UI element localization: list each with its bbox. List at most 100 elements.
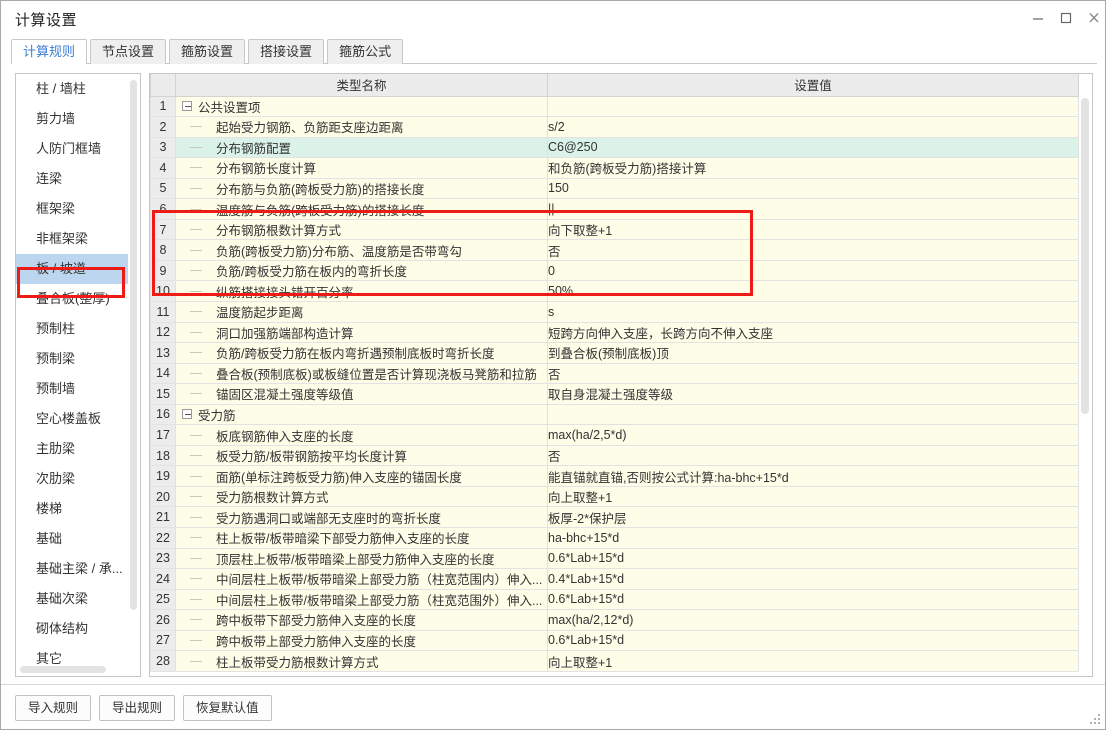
table-row[interactable]: 9 负筋/跨板受力筋在板内的弯折长度 0	[150, 259, 1079, 282]
sidebar-item-12[interactable]: 主肋梁	[16, 434, 128, 464]
sidebar-item-13[interactable]: 次肋梁	[16, 464, 128, 494]
sidebar-item-10[interactable]: 预制墙	[16, 374, 128, 404]
row-value-cell[interactable]: 0.6*Lab+15*d	[547, 588, 1079, 611]
table-row[interactable]: 4 分布钢筋长度计算 和负筋(跨板受力筋)搭接计算	[150, 157, 1079, 179]
sidebar-item-9[interactable]: 预制梁	[16, 344, 128, 374]
table-row[interactable]: 26 跨中板带下部受力筋伸入支座的长度 max(ha/2,12*d)	[150, 609, 1079, 631]
row-type-name-cell[interactable]: 洞口加强筋端部构造计算	[175, 321, 548, 344]
column-header-type-name[interactable]: 类型名称	[175, 74, 548, 97]
tab-0[interactable]: 计算规则	[11, 39, 88, 65]
table-row[interactable]: 25 中间层柱上板带/板带暗梁上部受力筋（柱宽范围外）伸入... 0.6*Lab+1…	[150, 588, 1079, 611]
table-row[interactable]: 18 板受力筋/板带钢筋按平均长度计算 否	[150, 444, 1079, 467]
table-row[interactable]: 12 洞口加强筋端部构造计算 短跨方向伸入支座，长跨方向不伸入支座	[150, 321, 1079, 344]
sidebar-item-1[interactable]: 剪力墙	[16, 104, 128, 134]
row-type-name-cell[interactable]: 公共设置项	[175, 95, 548, 118]
row-type-name-cell[interactable]: 受力筋	[175, 403, 548, 426]
table-row[interactable]: 20 受力筋根数计算方式 向上取整+1	[150, 485, 1079, 508]
row-type-name-cell[interactable]: 分布钢筋长度计算	[175, 157, 548, 179]
collapse-expander-icon[interactable]	[182, 409, 192, 420]
row-value-cell[interactable]: 否	[547, 239, 1079, 261]
sidebar-item-6[interactable]: 板 / 坡道	[16, 254, 128, 284]
row-value-cell[interactable]: 50%	[547, 280, 1079, 302]
row-type-name-cell[interactable]: 中间层柱上板带/板带暗梁上部受力筋（柱宽范围内）伸入...	[175, 568, 548, 590]
collapse-expander-icon[interactable]	[182, 101, 192, 112]
sidebar-vertical-scroll-thumb[interactable]	[130, 80, 137, 610]
table-row[interactable]: 3 分布钢筋配置 C6@250	[150, 136, 1079, 159]
table-row[interactable]: 19 面筋(单标注跨板受力筋)伸入支座的锚固长度 能直锚就直锚,否则按公式计算:ha…	[150, 465, 1079, 487]
sidebar-item-7[interactable]: 叠合板(整厚)	[16, 284, 128, 314]
sidebar-item-18[interactable]: 砌体结构	[16, 614, 128, 644]
row-value-cell[interactable]: s/2	[547, 116, 1079, 138]
row-value-cell[interactable]: C6@250	[547, 136, 1079, 159]
row-value-cell[interactable]: max(ha/2,5*d)	[547, 424, 1079, 446]
row-type-name-cell[interactable]: 锚固区混凝土强度等级值	[175, 383, 548, 405]
row-type-name-cell[interactable]: 中间层柱上板带/板带暗梁上部受力筋（柱宽范围外）伸入...	[175, 588, 548, 611]
row-type-name-cell[interactable]: 负筋/跨板受力筋在板内的弯折长度	[175, 259, 548, 282]
row-type-name-cell[interactable]: 跨中板带下部受力筋伸入支座的长度	[175, 609, 548, 631]
row-value-cell[interactable]: ha-bhc+15*d	[547, 526, 1079, 549]
row-value-cell[interactable]	[547, 403, 1079, 426]
sidebar-item-8[interactable]: 预制柱	[16, 314, 128, 344]
table-row[interactable]: 28 柱上板带受力筋根数计算方式 向上取整+1	[150, 650, 1079, 672]
row-type-name-cell[interactable]: 顶层柱上板带/板带暗梁上部受力筋伸入支座的长度	[175, 547, 548, 570]
table-row[interactable]: 6 温度筋与负筋(跨板受力筋)的搭接长度 ||	[150, 198, 1079, 220]
grid-vertical-scroll-thumb[interactable]	[1081, 98, 1089, 414]
table-row[interactable]: 14 叠合板(预制底板)或板缝位置是否计算现浇板马凳筋和拉筋否	[150, 362, 1079, 385]
row-value-cell[interactable]: 和负筋(跨板受力筋)搭接计算	[547, 157, 1079, 179]
row-value-cell[interactable]: max(ha/2,12*d)	[547, 609, 1079, 631]
row-type-name-cell[interactable]: 柱上板带受力筋根数计算方式	[175, 650, 548, 672]
row-value-cell[interactable]: 150	[547, 177, 1079, 200]
export-rules-button[interactable]: 导出规则	[99, 695, 176, 721]
row-type-name-cell[interactable]: 叠合板(预制底板)或板缝位置是否计算现浇板马凳筋和拉筋	[175, 362, 548, 385]
tab-3[interactable]: 搭接设置	[248, 39, 325, 64]
table-row[interactable]: 24 中间层柱上板带/板带暗梁上部受力筋（柱宽范围内）伸入... 0.4*Lab+1…	[150, 568, 1079, 590]
row-type-name-cell[interactable]: 纵筋搭接接头错开百分率	[175, 280, 548, 302]
sidebar-horizontal-scrollbar[interactable]	[20, 666, 120, 673]
row-value-cell[interactable]: 0	[547, 259, 1079, 282]
table-row[interactable]: 13 负筋/跨板受力筋在板内弯折遇预制底板时弯折长度 到叠合板(预制底板)顶	[150, 342, 1079, 364]
row-value-cell[interactable]: 取自身混凝土强度等级	[547, 383, 1079, 405]
row-value-cell[interactable]: 能直锚就直锚,否则按公式计算:ha-bhc+15*d	[547, 465, 1079, 487]
row-type-name-cell[interactable]: 分布筋与负筋(跨板受力筋)的搭接长度	[175, 177, 548, 200]
column-header-value[interactable]: 设置值	[547, 74, 1079, 97]
row-value-cell[interactable]: 向下取整+1	[547, 218, 1079, 241]
row-value-cell[interactable]: ||	[547, 198, 1079, 220]
table-row[interactable]: 8 负筋(跨板受力筋)分布筋、温度筋是否带弯勾 否	[150, 239, 1079, 261]
table-row[interactable]: 10 纵筋搭接接头错开百分率 50%	[150, 280, 1079, 302]
tab-4[interactable]: 箍筋公式	[327, 39, 404, 64]
sidebar-item-0[interactable]: 柱 / 墙柱	[16, 74, 128, 104]
table-row[interactable]: 21 受力筋遇洞口或端部无支座时的弯折长度 板厚-2*保护层	[150, 506, 1079, 528]
sidebar-item-15[interactable]: 基础	[16, 524, 128, 554]
table-row[interactable]: 15 锚固区混凝土强度等级值 取自身混凝土强度等级	[150, 383, 1079, 405]
row-value-cell[interactable]: 到叠合板(预制底板)顶	[547, 342, 1079, 364]
table-row[interactable]: 16 受力筋	[150, 403, 1079, 426]
sidebar-item-17[interactable]: 基础次梁	[16, 584, 128, 614]
row-type-name-cell[interactable]: 受力筋遇洞口或端部无支座时的弯折长度	[175, 506, 548, 528]
row-value-cell[interactable]: 向上取整+1	[547, 485, 1079, 508]
row-value-cell[interactable]	[547, 95, 1079, 118]
row-type-name-cell[interactable]: 板底钢筋伸入支座的长度	[175, 424, 548, 446]
row-type-name-cell[interactable]: 负筋(跨板受力筋)分布筋、温度筋是否带弯勾	[175, 239, 548, 261]
restore-defaults-button[interactable]: 恢复默认值	[183, 695, 272, 721]
sidebar-vertical-scrollbar[interactable]	[130, 78, 137, 638]
table-row[interactable]: 17 板底钢筋伸入支座的长度 max(ha/2,5*d)	[150, 424, 1079, 446]
row-value-cell[interactable]: 0.4*Lab+15*d	[547, 568, 1079, 590]
sidebar-item-16[interactable]: 基础主梁 / 承...	[16, 554, 128, 584]
row-value-cell[interactable]: 0.6*Lab+15*d	[547, 547, 1079, 570]
row-value-cell[interactable]: 否	[547, 362, 1079, 385]
row-value-cell[interactable]: 否	[547, 444, 1079, 467]
row-type-name-cell[interactable]: 板受力筋/板带钢筋按平均长度计算	[175, 444, 548, 467]
row-type-name-cell[interactable]: 跨中板带上部受力筋伸入支座的长度	[175, 629, 548, 652]
table-row[interactable]: 11 温度筋起步距离 s	[150, 300, 1079, 323]
row-value-cell[interactable]: s	[547, 300, 1079, 323]
minimize-button[interactable]	[1023, 5, 1053, 31]
row-type-name-cell[interactable]: 面筋(单标注跨板受力筋)伸入支座的锚固长度	[175, 465, 548, 487]
close-button[interactable]	[1079, 5, 1106, 31]
table-row[interactable]: 1 公共设置项	[150, 95, 1079, 118]
table-row[interactable]: 2 起始受力钢筋、负筋距支座边距离 s/2	[150, 116, 1079, 138]
row-type-name-cell[interactable]: 温度筋与负筋(跨板受力筋)的搭接长度	[175, 198, 548, 220]
row-type-name-cell[interactable]: 分布钢筋根数计算方式	[175, 218, 548, 241]
row-value-cell[interactable]: 向上取整+1	[547, 650, 1079, 672]
sidebar-horizontal-scroll-thumb[interactable]	[20, 666, 106, 673]
sidebar-item-5[interactable]: 非框架梁	[16, 224, 128, 254]
